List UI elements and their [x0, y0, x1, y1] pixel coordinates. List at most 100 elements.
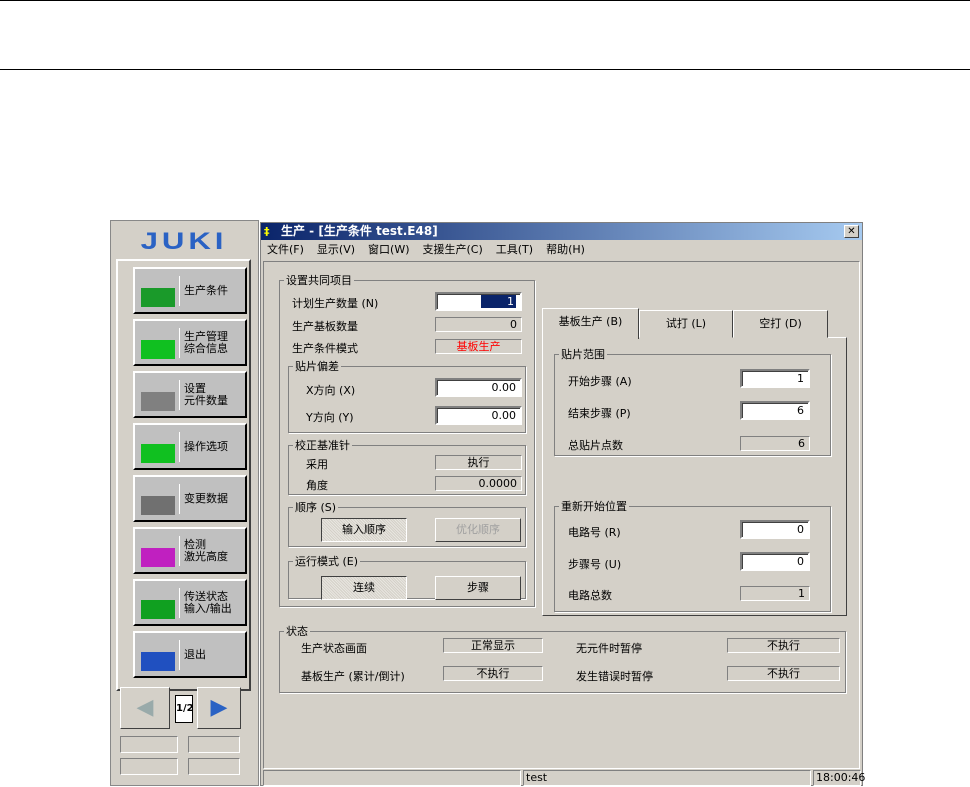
page-indicator: 1/2 — [175, 695, 194, 723]
mode-value: 基板生产 — [435, 339, 522, 354]
sidebar-button-1[interactable]: 生产条件 — [133, 267, 247, 314]
boards-count-value: 0 — [435, 317, 522, 332]
sidebar-button-label: 检测 激光高度 — [184, 537, 228, 563]
laser-height-icon — [141, 534, 175, 567]
content-area: 设置共同项目 计划生产数量 (N) 1 生产基板数量 0 生产条件模式 基板生产… — [263, 261, 860, 769]
sidebar-button-5[interactable]: 变更数据 — [133, 475, 247, 522]
sidebar-button-2[interactable]: 生产管理 综合信息 — [133, 319, 247, 366]
close-button[interactable]: ✕ — [844, 225, 859, 238]
status-bar: test 18:00:46 — [261, 770, 865, 786]
sidebar-button-label: 操作选项 — [184, 439, 228, 453]
info-box-4 — [188, 758, 240, 775]
menu-view[interactable]: 显示(V) — [317, 241, 355, 259]
step-mode-button[interactable]: 步骤 — [435, 576, 521, 600]
button-separator — [179, 327, 180, 358]
circuit-total-value: 1 — [740, 586, 810, 601]
range-legend: 贴片范围 — [561, 348, 605, 361]
y-offset-label: Y方向 (Y) — [306, 411, 354, 424]
pcb-hand-icon — [141, 274, 175, 307]
sidebar-button-4[interactable]: 操作选项 — [133, 423, 247, 470]
sidebar-button-6[interactable]: 检测 激光高度 — [133, 527, 247, 574]
status-file: test — [523, 770, 811, 786]
x-offset-input[interactable]: 0.00 — [435, 378, 522, 397]
state-label-count: 基板生产 (累计/倒计) — [301, 670, 405, 683]
tab-dry-run[interactable]: 空打 (D) — [733, 310, 828, 338]
optimize-order-button[interactable]: 优化顺序 — [435, 518, 521, 542]
plan-quantity-label: 计划生产数量 (N) — [292, 297, 379, 310]
nozzle-info-icon — [141, 326, 175, 359]
restart-legend: 重新开始位置 — [561, 500, 627, 513]
sidebar-button-7[interactable]: 传送状态 输入/输出 — [133, 579, 247, 626]
end-step-label: 结束步骤 (P) — [568, 407, 631, 420]
tab-board-production[interactable]: 基板生产 (B) — [542, 308, 639, 339]
continuous-mode-button[interactable]: 连续 — [321, 576, 407, 600]
start-step-input[interactable]: 1 — [740, 369, 810, 388]
menu-tools[interactable]: 工具(T) — [496, 241, 533, 259]
next-page-button[interactable]: ▶ — [197, 687, 241, 729]
pin-angle-value: 0.0000 — [435, 476, 522, 491]
sidebar-button-label: 变更数据 — [184, 491, 228, 505]
menu-bar: 文件(F) 显示(V) 窗口(W) 支援生产(C) 工具(T) 帮助(H) — [261, 241, 585, 259]
top-rule — [0, 0, 970, 1]
sidebar: JUKI 生产条件 生产管理 综合信息 设置 元件数量 操作选项 变更数据 检测 激光高度… — [110, 220, 259, 786]
pin-legend: 校正基准针 — [295, 439, 350, 452]
pin-use-value: 执行 — [435, 455, 522, 470]
circuit-total-label: 电路总数 — [568, 589, 612, 602]
circuit-no-input[interactable]: 0 — [740, 520, 810, 539]
production-window: 生产 - [生产条件 test.E48] ‡ ✕ 文件(F) 显示(V) 窗口(… — [260, 222, 865, 786]
menu-window[interactable]: 窗口(W) — [368, 241, 409, 259]
sidebar-button-label: 设置 元件数量 — [184, 381, 228, 407]
component-count-icon — [141, 378, 175, 411]
run-mode-legend: 运行模式 (E) — [295, 555, 359, 568]
prev-page-button[interactable]: ◀ — [120, 687, 170, 729]
info-box-2 — [188, 736, 240, 753]
sidebar-button-label: 传送状态 输入/输出 — [184, 589, 232, 615]
button-separator — [179, 431, 180, 462]
state-legend: 状态 — [286, 625, 308, 638]
pin-use-label: 采用 — [306, 458, 328, 471]
sidebar-button-8[interactable]: 退出 — [133, 631, 247, 678]
tab-trial[interactable]: 试打 (L) — [639, 310, 733, 338]
pin-angle-label: 角度 — [306, 479, 328, 492]
circuit-no-label: 电路号 (R) — [568, 526, 621, 539]
total-points-label: 总贴片点数 — [568, 439, 623, 452]
y-offset-input[interactable]: 0.00 — [435, 406, 522, 425]
state-value-no-part: 不执行 — [727, 638, 840, 653]
mode-label: 生产条件模式 — [292, 342, 358, 355]
window-title: 生产 - [生产条件 test.E48] — [261, 223, 862, 240]
end-step-input[interactable]: 6 — [740, 401, 810, 420]
x-offset-label: X方向 (X) — [306, 384, 356, 397]
exit-door-icon — [141, 638, 175, 671]
sidebar-button-3[interactable]: 设置 元件数量 — [133, 371, 247, 418]
edit-pen-icon — [141, 482, 175, 515]
step-no-label: 步骤号 (U) — [568, 558, 622, 571]
nozzle-hand-icon — [141, 430, 175, 463]
input-order-button[interactable]: 输入顺序 — [321, 518, 407, 542]
status-time: 18:00:46 — [813, 770, 865, 786]
button-separator — [179, 483, 180, 514]
state-label-display: 生产状态画面 — [301, 642, 367, 655]
sidebar-button-label: 生产条件 — [184, 283, 228, 297]
arrow-right-icon: ▶ — [210, 695, 228, 720]
button-separator — [179, 379, 180, 410]
menu-file[interactable]: 文件(F) — [267, 241, 304, 259]
info-box-3 — [120, 758, 178, 775]
plan-quantity-input[interactable]: 1 — [435, 292, 522, 311]
menu-support[interactable]: 支援生产(C) — [423, 241, 483, 259]
sidebar-button-label: 退出 — [184, 647, 206, 661]
button-separator — [179, 535, 180, 566]
sidebar-button-label: 生产管理 综合信息 — [184, 329, 228, 355]
header-rule — [0, 69, 970, 70]
total-points-value: 6 — [740, 436, 810, 451]
state-value-error: 不执行 — [727, 666, 840, 681]
state-value-display: 正常显示 — [443, 638, 543, 653]
sidebar-button-frame: 生产条件生产管理 综合信息 设置 元件数量操作选项变更数据检测 激光高度 传送状态 … — [116, 259, 251, 691]
arrow-left-icon: ◀ — [136, 695, 154, 720]
step-no-input[interactable]: 0 — [740, 552, 810, 571]
state-label-error: 发生错误时暂停 — [576, 670, 653, 683]
boards-count-label: 生产基板数量 — [292, 320, 358, 333]
info-box-1 — [120, 736, 178, 753]
menu-help[interactable]: 帮助(H) — [546, 241, 585, 259]
start-step-label: 开始步骤 (A) — [568, 375, 632, 388]
order-legend: 顺序 (S) — [295, 501, 337, 514]
